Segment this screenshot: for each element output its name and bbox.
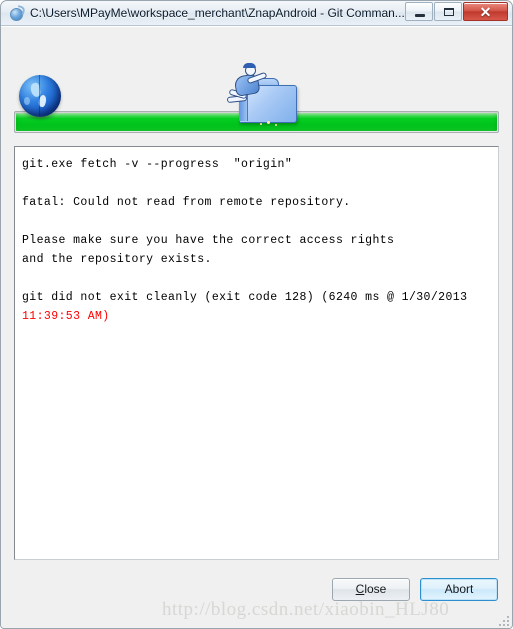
close-icon: ✕ <box>479 3 492 20</box>
console-error-line: fatal: Could not read from remote reposi… <box>22 196 351 209</box>
dialog-button-bar: http://blog.csdn.net/xiaobin_HLJ80 Close… <box>1 560 512 628</box>
console-exit-timestamp: 11:39:53 AM) <box>22 310 110 323</box>
git-app-icon <box>8 4 27 21</box>
console-output-area[interactable]: git.exe fetch -v --progress "origin" fat… <box>14 146 499 560</box>
banner-graphics <box>1 27 512 126</box>
abort-button-label: Abort <box>444 582 474 596</box>
minimize-icon <box>415 14 425 17</box>
console-command-line: git.exe fetch -v --progress "origin" <box>22 158 293 171</box>
console-hint-line-2: and the repository exists. <box>22 253 212 266</box>
abort-button[interactable]: Abort <box>420 577 498 601</box>
watermark-text: http://blog.csdn.net/xiaobin_HLJ80 <box>162 599 450 620</box>
dialog-client-area: git.exe fetch -v --progress "origin" fat… <box>1 26 512 628</box>
title-bar[interactable]: C:\Users\MPayMe\workspace_merchant\ZnapA… <box>1 1 512 26</box>
git-command-dialog-window: C:\Users\MPayMe\workspace_merchant\ZnapA… <box>0 0 513 629</box>
window-controls: ✕ <box>405 2 508 21</box>
blue-globe-icon <box>19 75 63 120</box>
maximize-button[interactable] <box>434 2 462 21</box>
close-button-label: lose <box>364 582 387 596</box>
console-hint-line-1: Please make sure you have the correct ac… <box>22 234 395 247</box>
resize-grip[interactable] <box>497 614 509 626</box>
console-text: git.exe fetch -v --progress "origin" fat… <box>22 155 491 326</box>
close-window-button[interactable]: ✕ <box>463 2 508 21</box>
console-exit-line: git did not exit cleanly (exit code 128)… <box>22 291 468 304</box>
minimize-button[interactable] <box>405 2 433 21</box>
close-button[interactable]: Close <box>332 577 410 601</box>
maximize-icon <box>444 8 454 16</box>
window-title: C:\Users\MPayMe\workspace_merchant\ZnapA… <box>30 6 405 20</box>
person-pushing-folder-icon <box>217 63 297 126</box>
